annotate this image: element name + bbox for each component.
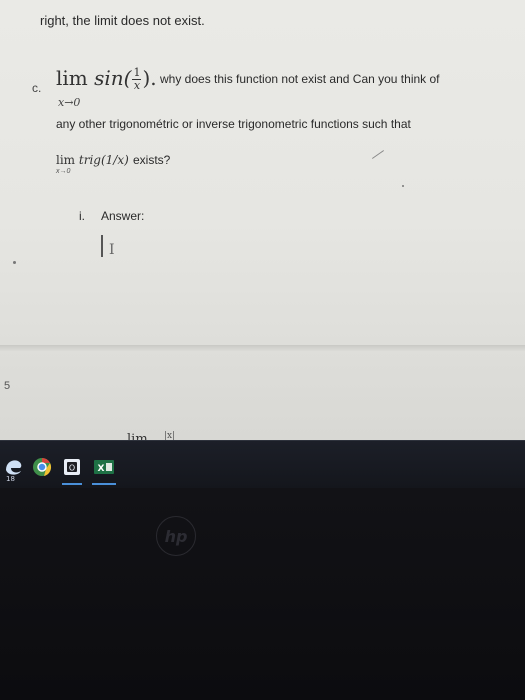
answer-label: Answer: xyxy=(101,209,145,223)
question-line-2: any other trigonométric or inverse trigo… xyxy=(56,117,411,131)
trig-expr: trig(1/x) xyxy=(78,153,129,167)
active-indicator xyxy=(62,483,82,485)
page-break xyxy=(0,345,525,351)
laptop-bezel xyxy=(0,488,525,700)
answer-numeral: i. xyxy=(79,209,85,223)
limit-subscript: x→0 xyxy=(58,96,81,109)
text-cursor[interactable] xyxy=(101,235,103,257)
intro-line: right, the limit does not exist. xyxy=(40,13,205,28)
outlook-icon[interactable]: O xyxy=(60,455,84,479)
fraction-denominator: x xyxy=(133,79,141,92)
active-indicator xyxy=(92,483,116,485)
part-label: c. xyxy=(32,81,42,95)
limit-expression: lim sin(1 x). xyxy=(56,66,157,92)
svg-text:X: X xyxy=(98,464,105,474)
question-line-3: exists? xyxy=(133,153,171,167)
excel-icon[interactable]: X xyxy=(92,455,116,479)
lim2-word: lim xyxy=(56,153,76,167)
svg-text:O: O xyxy=(69,464,75,473)
next-limit-lim: lim xyxy=(127,432,148,440)
limit-close: ). xyxy=(142,66,157,90)
next-limit-frac: |x| xyxy=(164,431,176,440)
speck-dot xyxy=(13,261,16,264)
pen-mark xyxy=(371,150,385,159)
hp-logo-icon: hp xyxy=(156,516,196,556)
question-line-1: why does this function not exist and Can… xyxy=(160,72,440,86)
taskbar-badge: 18 xyxy=(6,475,15,483)
speck-dot xyxy=(402,185,404,187)
lim-word: lim xyxy=(56,66,88,90)
chrome-icon[interactable] xyxy=(30,455,54,479)
ibeam-cursor-icon: I xyxy=(109,242,115,258)
page-number: 5 xyxy=(4,380,11,392)
fraction: 1x xyxy=(132,67,142,92)
sin-func: sin( xyxy=(94,66,132,90)
document-screen: right, the limit does not exist. c. lim … xyxy=(0,0,525,440)
taskbar: 18 O X xyxy=(0,440,525,489)
limit-trig-subscript: x→0 xyxy=(56,168,71,175)
limit-trig-expression: lim trig(1/x) xyxy=(56,153,129,167)
